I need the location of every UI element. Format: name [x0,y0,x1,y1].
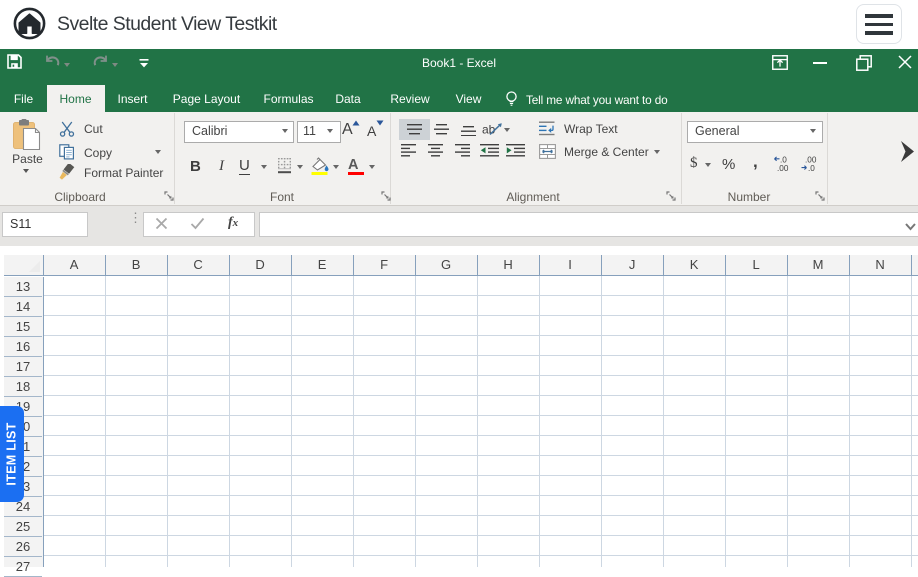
svg-text:ab: ab [482,123,496,137]
svg-text:.0: .0 [808,164,815,172]
svg-text:.00: .00 [777,164,789,172]
